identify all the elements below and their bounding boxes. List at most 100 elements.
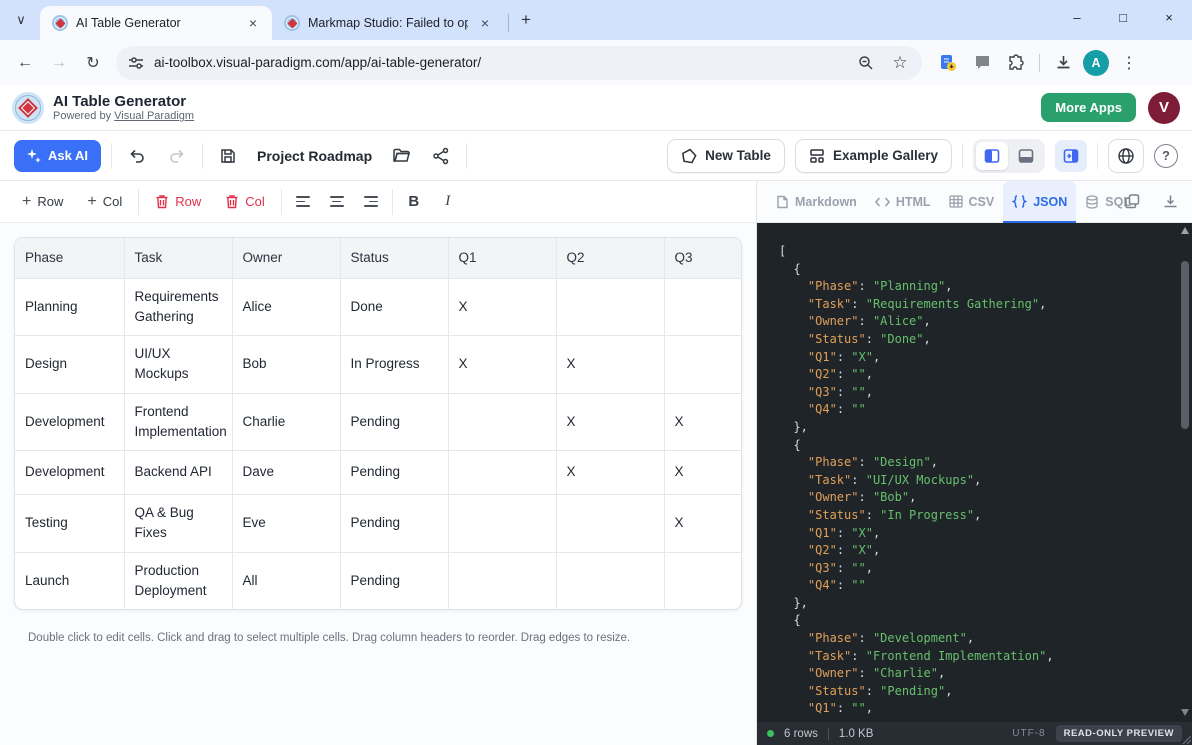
preview-tab-json[interactable]: JSON (1003, 181, 1076, 223)
table-cell[interactable]: All (232, 552, 340, 609)
resize-grip[interactable] (1182, 735, 1191, 744)
table-cell[interactable]: X (664, 393, 742, 451)
save-button[interactable] (213, 141, 243, 171)
delete-row-button[interactable]: Row (147, 189, 209, 214)
account-avatar[interactable]: V (1148, 92, 1180, 124)
new-table-button[interactable]: New Table (667, 139, 785, 173)
file-name[interactable]: Project Roadmap (257, 148, 372, 164)
column-header[interactable]: Q1 (448, 238, 556, 278)
downloads-icon[interactable] (1049, 49, 1077, 77)
table-cell[interactable]: Backend API (124, 451, 232, 495)
table-cell[interactable] (556, 278, 664, 336)
table-cell[interactable] (556, 552, 664, 609)
align-left-button[interactable] (290, 189, 316, 215)
toggle-right-panel-button[interactable] (1055, 140, 1087, 172)
table-cell[interactable]: UI/UX Mockups (124, 336, 232, 394)
close-window-button[interactable]: × (1146, 0, 1192, 34)
table-cell[interactable]: In Progress (340, 336, 448, 394)
table-cell[interactable] (448, 393, 556, 451)
table-cell[interactable]: Pending (340, 495, 448, 553)
table-cell[interactable]: Frontend Implementation (124, 393, 232, 451)
example-gallery-button[interactable]: Example Gallery (795, 139, 952, 173)
table-cell[interactable]: Launch (15, 552, 124, 609)
preview-tab-html[interactable]: HTML (866, 181, 940, 223)
italic-button[interactable]: I (435, 189, 461, 215)
table-cell[interactable] (556, 495, 664, 553)
open-folder-button[interactable] (386, 141, 416, 171)
add-row-button[interactable]: +Row (14, 189, 71, 215)
table-cell[interactable]: Pending (340, 552, 448, 609)
split-horizontal-button[interactable] (1010, 142, 1042, 170)
visual-paradigm-link[interactable]: Visual Paradigm (114, 110, 194, 122)
undo-button[interactable] (122, 141, 152, 171)
table-cell[interactable]: Testing (15, 495, 124, 553)
table-cell[interactable] (448, 495, 556, 553)
table-cell[interactable]: Requirements Gathering (124, 278, 232, 336)
browser-menu-icon[interactable]: ⋮ (1115, 49, 1143, 77)
align-center-button[interactable] (324, 189, 350, 215)
table-cell[interactable]: X (556, 451, 664, 495)
scroll-up-icon[interactable] (1181, 227, 1189, 234)
comment-icon[interactable] (968, 49, 996, 77)
url-bar[interactable]: ai-toolbox.visual-paradigm.com/app/ai-ta… (116, 46, 922, 80)
table-cell[interactable]: QA & Bug Fixes (124, 495, 232, 553)
table-cell[interactable]: Development (15, 393, 124, 451)
extensions-icon[interactable] (1002, 49, 1030, 77)
reload-button[interactable]: ↻ (78, 48, 108, 78)
minimize-button[interactable]: – (1054, 0, 1100, 34)
table-cell[interactable]: Design (15, 336, 124, 394)
download-button[interactable] (1158, 190, 1182, 214)
table-cell[interactable]: Production Deployment (124, 552, 232, 609)
preview-tab-csv[interactable]: CSV (940, 181, 1004, 223)
table-cell[interactable]: X (664, 451, 742, 495)
column-header[interactable]: Q2 (556, 238, 664, 278)
table-cell[interactable]: Alice (232, 278, 340, 336)
table-cell[interactable]: Dave (232, 451, 340, 495)
column-header[interactable]: Q3 (664, 238, 742, 278)
scrollbar-thumb[interactable] (1181, 261, 1189, 429)
browser-profile-avatar[interactable]: A (1083, 50, 1109, 76)
table-cell[interactable]: Pending (340, 393, 448, 451)
table-cell[interactable]: X (448, 336, 556, 394)
table-cell[interactable]: Eve (232, 495, 340, 553)
table-cell[interactable] (448, 552, 556, 609)
more-apps-button[interactable]: More Apps (1041, 93, 1136, 122)
zoom-level-icon[interactable] (854, 51, 878, 75)
close-tab-icon[interactable]: × (244, 14, 262, 32)
table-cell[interactable]: X (556, 393, 664, 451)
scroll-down-icon[interactable] (1181, 709, 1189, 716)
table-cell[interactable]: Bob (232, 336, 340, 394)
table-cell[interactable]: X (448, 278, 556, 336)
bold-button[interactable]: B (401, 189, 427, 215)
browser-tab[interactable]: AI Table Generator× (40, 6, 272, 40)
close-tab-icon[interactable]: × (476, 14, 494, 32)
browser-tab[interactable]: Markmap Studio: Failed to oper× (272, 6, 504, 40)
table-cell[interactable]: Charlie (232, 393, 340, 451)
page-action-icon[interactable] (934, 49, 962, 77)
site-settings-icon[interactable] (128, 55, 144, 71)
table-cell[interactable] (664, 336, 742, 394)
table-cell[interactable]: Pending (340, 451, 448, 495)
column-header[interactable]: Phase (15, 238, 124, 278)
back-button[interactable]: ← (10, 48, 40, 78)
forward-button[interactable]: → (44, 48, 74, 78)
align-right-button[interactable] (358, 189, 384, 215)
copy-button[interactable] (1120, 190, 1144, 214)
add-col-button[interactable]: +Col (79, 189, 130, 215)
table-cell[interactable] (664, 278, 742, 336)
column-header[interactable]: Task (124, 238, 232, 278)
delete-col-button[interactable]: Col (217, 189, 273, 214)
maximize-button[interactable]: □ (1100, 0, 1146, 34)
redo-button[interactable] (162, 141, 192, 171)
split-vertical-button[interactable] (976, 142, 1008, 170)
table-cell[interactable] (664, 552, 742, 609)
table-cell[interactable]: X (556, 336, 664, 394)
table-cell[interactable]: Done (340, 278, 448, 336)
ask-ai-button[interactable]: Ask AI (14, 140, 101, 172)
help-button[interactable]: ? (1154, 144, 1178, 168)
table-cell[interactable]: X (664, 495, 742, 553)
share-button[interactable] (426, 141, 456, 171)
language-button[interactable] (1108, 139, 1144, 173)
table-cell[interactable] (448, 451, 556, 495)
table-cell[interactable]: Development (15, 451, 124, 495)
